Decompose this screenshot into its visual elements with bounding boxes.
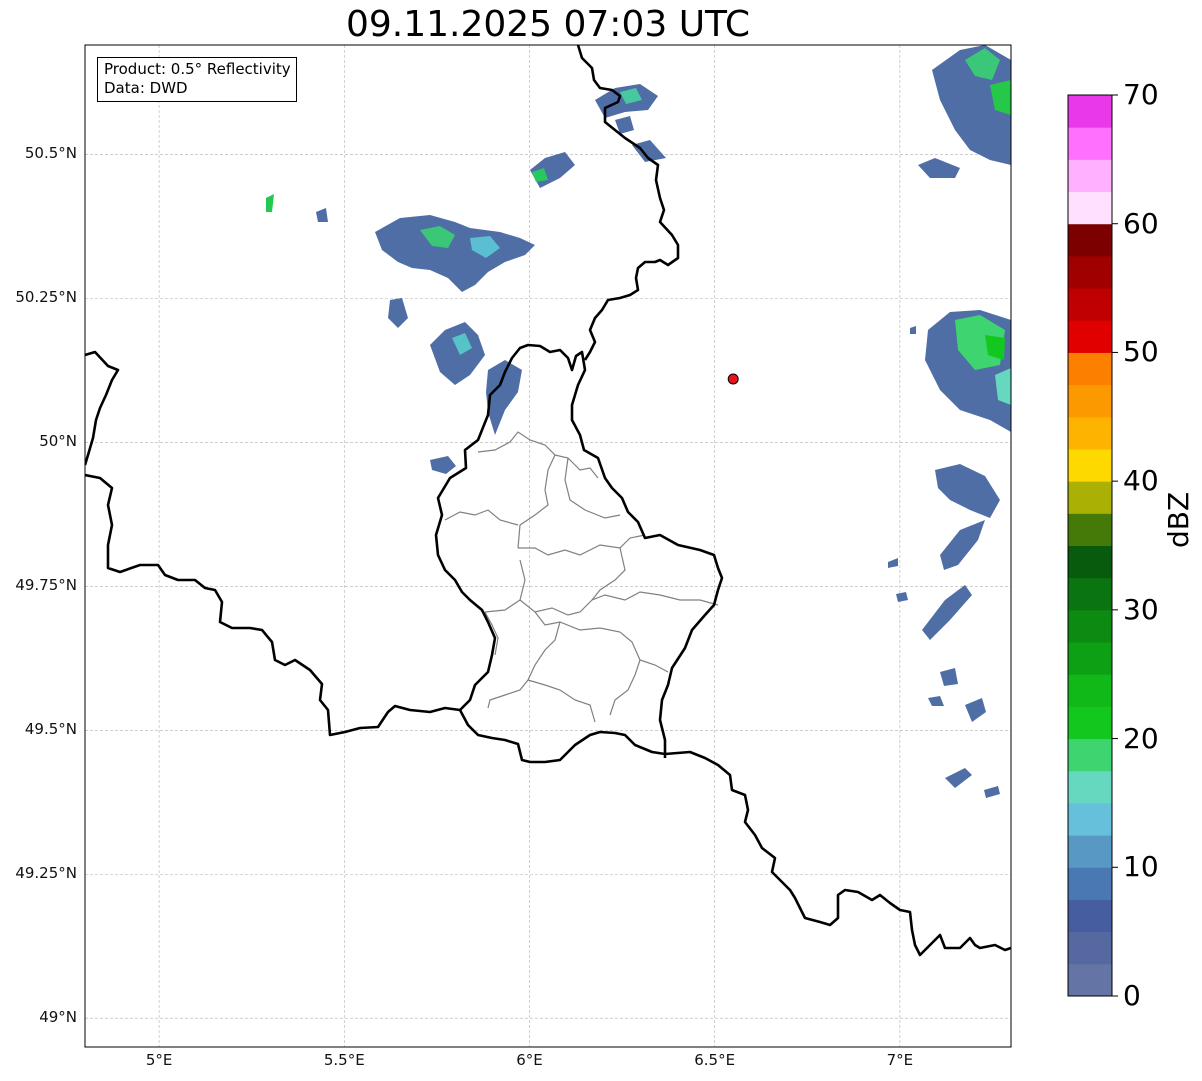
colorbar-segment <box>1068 223 1112 257</box>
colorbar-segment <box>1068 706 1112 740</box>
y-tick-label: 50.25°N <box>15 288 77 307</box>
colorbar-segment <box>1068 802 1112 836</box>
colorbar-tick-label: 60 <box>1123 206 1159 240</box>
colorbar-segment <box>1068 738 1112 772</box>
y-tick-label: 49.75°N <box>15 576 77 595</box>
colorbar-segment <box>1068 288 1112 321</box>
colorbar-tick-label: 0 <box>1123 979 1141 1012</box>
colorbar-tick-marks <box>1112 94 1118 997</box>
colorbar-segment <box>1068 642 1112 675</box>
colorbar-segment <box>1068 191 1112 225</box>
map-frame-bg <box>85 45 1011 1047</box>
colorbar-segment <box>1068 899 1112 933</box>
colorbar-segment <box>1068 867 1112 900</box>
colorbar-segment <box>1068 95 1112 128</box>
y-tick-label: 50°N <box>39 432 77 451</box>
colorbar <box>1068 95 1112 997</box>
colorbar-segment <box>1068 320 1112 353</box>
colorbar-segment <box>1068 835 1112 868</box>
x-tick-label: 6°E <box>516 1051 543 1069</box>
colorbar-segment <box>1068 609 1112 643</box>
colorbar-tick-label: 40 <box>1123 464 1159 498</box>
colorbar-segment <box>1068 127 1112 160</box>
colorbar-segment <box>1068 931 1112 965</box>
y-tick-label: 49.25°N <box>15 864 77 883</box>
y-tick-label: 49.5°N <box>24 720 77 739</box>
info-box: Product: 0.5° Reflectivity Data: DWD <box>97 57 297 102</box>
colorbar-segment <box>1068 159 1112 193</box>
radar-site-marker <box>727 373 739 385</box>
x-tick-label: 5°E <box>145 1051 173 1069</box>
colorbar-segment <box>1068 545 1112 579</box>
colorbar-label: dBZ <box>1162 491 1195 548</box>
colorbar-segment <box>1068 384 1112 418</box>
colorbar-segment <box>1068 577 1112 611</box>
info-product: Product: 0.5° Reflectivity <box>104 60 291 78</box>
info-data-source: Data: DWD <box>104 79 188 97</box>
colorbar-segment <box>1068 448 1112 482</box>
x-tick-label: 7°E <box>886 1051 914 1069</box>
colorbar-segment <box>1068 963 1112 997</box>
y-tick-label: 50.5°N <box>24 144 77 163</box>
colorbar-segment <box>1068 255 1112 289</box>
colorbar-segment <box>1068 674 1112 707</box>
colorbar-segment <box>1068 481 1112 514</box>
colorbar-tick-label: 50 <box>1123 335 1159 369</box>
colorbar-tick-label: 10 <box>1123 850 1159 884</box>
colorbar-tick-label: 20 <box>1123 721 1159 755</box>
y-tick-label: 49°N <box>39 1008 77 1027</box>
colorbar-tick-label: 30 <box>1123 592 1159 626</box>
radar-map <box>84 44 1118 1048</box>
x-tick-label: 5.5°E <box>323 1051 365 1069</box>
colorbar-segment <box>1068 770 1112 804</box>
colorbar-tick-label: 70 <box>1123 78 1159 111</box>
colorbar-segment <box>1068 352 1112 386</box>
colorbar-segment <box>1068 513 1112 546</box>
colorbar-segment <box>1068 416 1112 450</box>
x-tick-label: 6.5°E <box>694 1051 736 1069</box>
